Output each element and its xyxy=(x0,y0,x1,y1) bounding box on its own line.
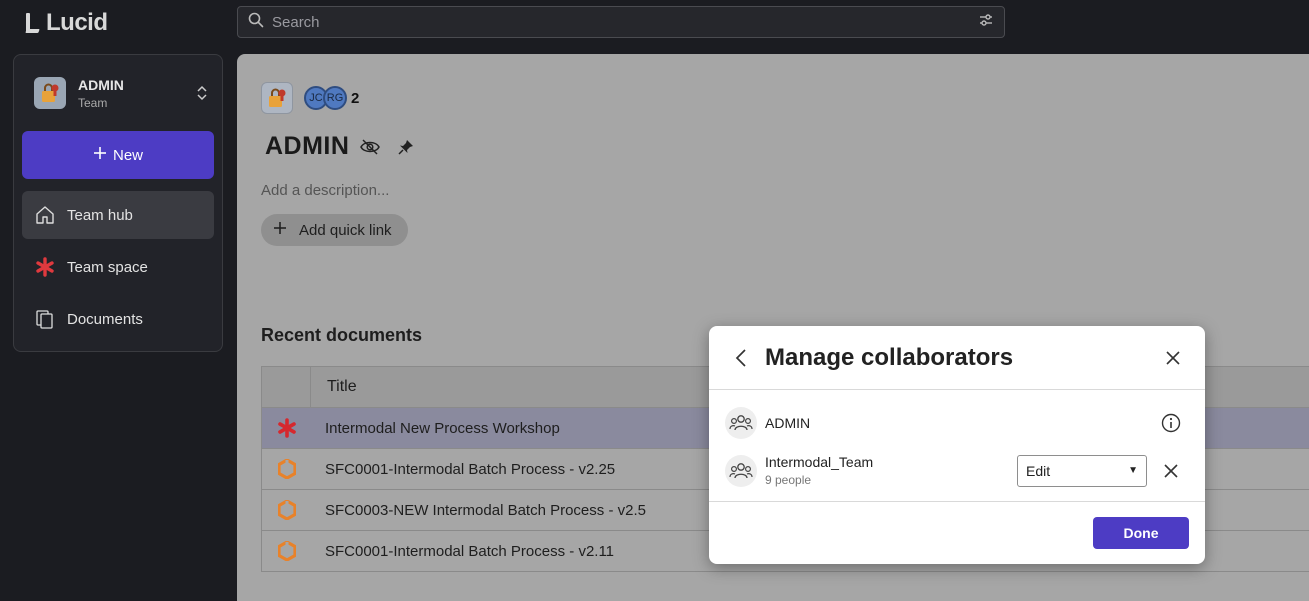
sidebar-item-documents[interactable]: Documents xyxy=(22,295,214,343)
team-space-icon xyxy=(35,257,55,277)
group-icon xyxy=(725,407,757,439)
sidebar: ADMIN Team New Team hub Team space Docum… xyxy=(13,54,223,352)
column-title[interactable]: Title xyxy=(311,378,357,396)
document-title: SFC0001-Intermodal Batch Process - v2.11 xyxy=(325,542,615,560)
permission-value: Edit xyxy=(1026,462,1051,479)
description-field[interactable]: Add a description... xyxy=(261,182,389,199)
done-button[interactable]: Done xyxy=(1093,517,1189,549)
remove-icon[interactable] xyxy=(1159,459,1183,483)
member-avatars[interactable]: JC RG 2 xyxy=(304,86,359,110)
dialog-footer: Done xyxy=(709,501,1205,564)
collaborator-name: ADMIN xyxy=(765,415,811,431)
collaborator-count: 9 people xyxy=(765,473,812,487)
search-input[interactable] xyxy=(272,13,978,31)
lucid-logo-icon xyxy=(24,13,40,33)
collaborator-row: ADMIN xyxy=(725,407,1189,439)
plus-icon xyxy=(93,146,107,164)
search-bar[interactable] xyxy=(237,6,1005,38)
lucidchart-icon xyxy=(262,500,311,520)
info-icon[interactable] xyxy=(1159,411,1183,435)
group-icon xyxy=(725,454,757,487)
documents-icon xyxy=(35,309,55,329)
manage-collaborators-dialog: Manage collaborators ADMIN Intermodal_Te… xyxy=(709,326,1205,564)
caret-down-icon: ▼ xyxy=(1128,465,1138,476)
avatar: RG xyxy=(323,86,347,110)
recent-documents-heading: Recent documents xyxy=(261,325,423,345)
document-title: SFC0001-Intermodal Batch Process - v2.25 xyxy=(325,460,616,478)
dialog-header: Manage collaborators xyxy=(709,326,1205,390)
member-count: 2 xyxy=(351,89,360,107)
pin-icon[interactable] xyxy=(395,136,417,158)
page-title: ADMIN xyxy=(265,132,350,160)
eye-off-icon[interactable] xyxy=(359,136,381,158)
add-quick-link-button[interactable]: Add quick link xyxy=(261,214,408,246)
filter-icon[interactable] xyxy=(978,12,994,33)
search-icon xyxy=(248,12,264,33)
sidebar-item-team-space[interactable]: Team space xyxy=(22,243,214,291)
sidebar-item-label: Team hub xyxy=(67,206,133,224)
sidebar-item-team-hub[interactable]: Team hub xyxy=(22,191,214,239)
document-title: Intermodal New Process Workshop xyxy=(325,419,560,437)
home-icon xyxy=(35,205,55,225)
lucidchart-icon xyxy=(262,459,311,479)
sidebar-item-label: Team space xyxy=(67,258,148,276)
plus-icon xyxy=(273,221,287,239)
sidebar-item-label: Documents xyxy=(67,310,143,328)
lucidspark-icon xyxy=(262,418,311,438)
team-name: ADMIN xyxy=(78,76,124,93)
team-lock-icon[interactable] xyxy=(261,82,293,114)
permission-select[interactable]: Edit ▼ xyxy=(1017,454,1147,487)
close-icon[interactable] xyxy=(1161,346,1185,370)
collaborator-row: Intermodal_Team 9 people Edit ▼ xyxy=(725,454,1189,487)
back-arrow-icon[interactable] xyxy=(731,346,751,370)
team-type: Team xyxy=(78,95,108,110)
collaborator-name: Intermodal_Team xyxy=(765,454,874,470)
quick-link-label: Add quick link xyxy=(299,221,392,239)
new-button-label: New xyxy=(112,146,143,164)
lucid-logo[interactable]: Lucid xyxy=(24,9,108,36)
team-lock-icon xyxy=(34,77,66,109)
chevron-updown-icon[interactable] xyxy=(194,83,210,103)
document-title: SFC0003-NEW Intermodal Batch Process - v… xyxy=(325,501,646,519)
new-button[interactable]: New xyxy=(22,131,214,179)
logo-text: Lucid xyxy=(46,9,108,36)
lucidchart-icon xyxy=(262,541,311,561)
team-switcher[interactable]: ADMIN Team xyxy=(34,75,210,111)
dialog-title: Manage collaborators xyxy=(765,343,1014,371)
